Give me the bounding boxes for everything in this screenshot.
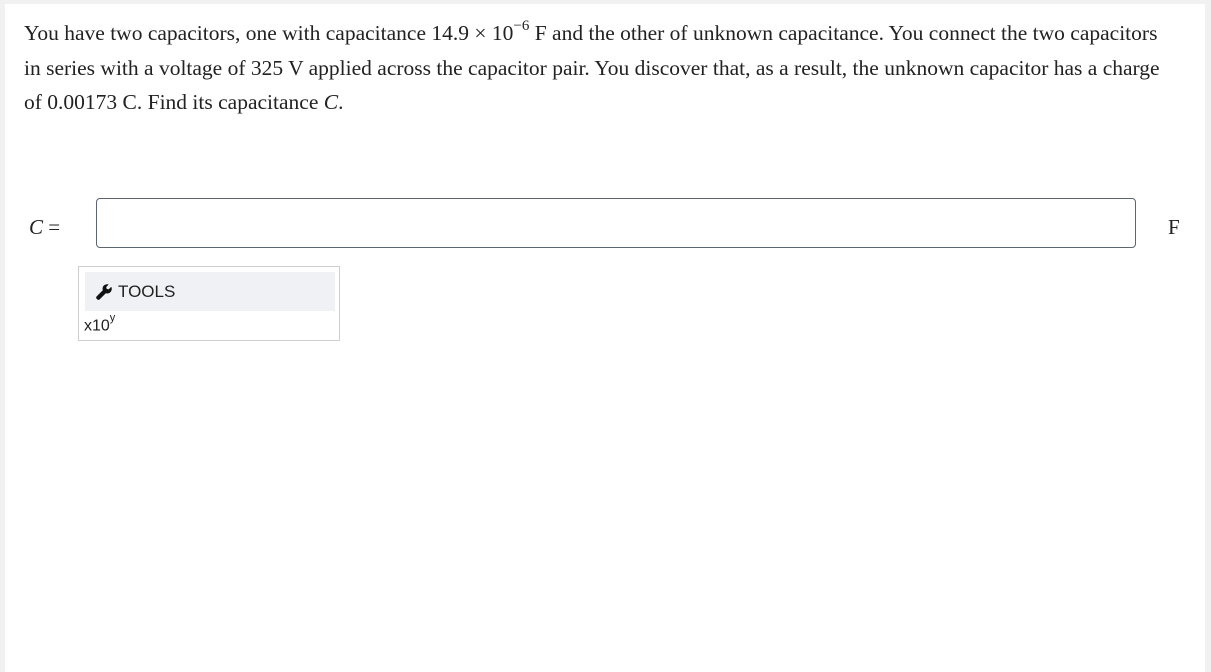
x10-exponent: y [109,312,116,324]
answer-equals: = [43,215,61,239]
question-card: You have two capacitors, one with capaci… [5,4,1205,672]
answer-unit: F [1168,215,1180,239]
tools-toggle-button[interactable]: TOOLS [85,272,335,311]
tools-panel: TOOLS x10y [78,266,340,341]
tools-label: TOOLS [118,281,176,301]
question-text-part1: You have two capacitors, one with capaci… [24,21,514,45]
answer-label: C = [29,215,60,240]
wrench-icon [95,283,113,301]
answer-variable: C [29,215,44,239]
question-text-end: . [338,90,344,114]
question-text: You have two capacitors, one with capaci… [24,16,1174,120]
x10-base: x10 [84,317,110,335]
question-variable: C [323,90,339,114]
x10-button[interactable]: x10y [84,311,115,335]
answer-input[interactable] [96,198,1136,248]
question-exponent: −6 [513,17,530,34]
